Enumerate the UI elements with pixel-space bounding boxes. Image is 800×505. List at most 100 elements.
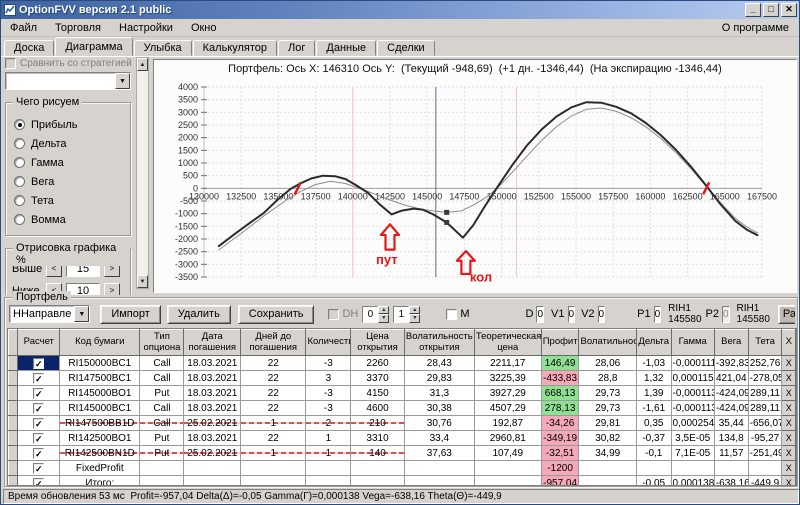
positions-table[interactable]: Расчет Код бумаги Тип опциона Дата погашени… [8, 329, 796, 485]
cell-open_vol[interactable]: 30,76 [403, 415, 475, 431]
cell-vol[interactable]: 28,8 [578, 370, 637, 386]
row-calc-checkbox-cell[interactable] [17, 400, 61, 416]
below-increment-button[interactable]: > [104, 283, 120, 295]
cell-gamma[interactable]: 0,000115 [670, 370, 715, 386]
row-calc-checkbox-cell[interactable] [17, 370, 61, 386]
cell-gamma[interactable]: -0,000113 [670, 385, 715, 401]
maximize-button[interactable]: □ [763, 3, 779, 17]
cell-vega[interactable]: 11,57 [713, 445, 749, 461]
column-header-14[interactable]: Тета [747, 329, 783, 356]
cell-open_price[interactable]: 2260 [350, 355, 405, 371]
cell-theta[interactable]: -449,9 [747, 475, 783, 485]
column-header-2[interactable]: Тип опциона [139, 329, 185, 356]
cell-open_vol[interactable]: 37,63 [403, 445, 475, 461]
cell-vega[interactable]: -424,09 [713, 385, 749, 401]
cell-vol[interactable]: 30,82 [578, 430, 637, 446]
column-header-6[interactable]: Цена открытия [350, 329, 405, 356]
menu-file[interactable]: Файл [1, 20, 46, 36]
cell-type[interactable] [139, 460, 185, 476]
cell-gamma[interactable]: 0,000254 [670, 415, 715, 431]
table-row[interactable]: RI145000BO1Put18.03.202122-3415031,33927… [8, 385, 796, 401]
table-row[interactable]: RI147500BB1DCall25.02.20211221030,76192,… [8, 415, 796, 431]
cell-open_vol[interactable] [403, 475, 475, 485]
left-panel-scrollbar[interactable]: ▲ ▼ [136, 57, 149, 289]
row-calc-checkbox-cell[interactable] [17, 430, 61, 446]
cell-date[interactable] [183, 475, 242, 485]
calc-checkbox[interactable] [33, 372, 45, 384]
row-delete-button[interactable]: X [781, 370, 796, 386]
scroll-down-icon[interactable]: ▼ [137, 275, 148, 288]
cell-days[interactable]: 1 [240, 445, 307, 461]
strategy-select[interactable]: ▼ [5, 72, 131, 90]
scroll-up-icon[interactable]: ▲ [137, 58, 148, 71]
tab-calculator[interactable]: Калькулятор [192, 40, 278, 56]
radio-delta[interactable] [14, 138, 25, 149]
cell-delta[interactable]: -1,03 [635, 355, 672, 371]
cell-theor[interactable]: 192,87 [473, 415, 542, 431]
cell-vol[interactable]: 29,73 [578, 400, 637, 416]
cell-open_price[interactable]: 3370 [350, 370, 405, 386]
cell-open_price[interactable]: 3310 [350, 430, 405, 446]
d-input[interactable]: 0 [536, 305, 545, 323]
tab-diagram[interactable]: Диаграмма [55, 37, 133, 56]
cell-type[interactable] [139, 475, 185, 485]
cell-theta[interactable]: -278,05 [747, 370, 783, 386]
tab-smile[interactable]: Улыбка [133, 40, 192, 56]
row-delete-button[interactable]: X [781, 430, 796, 446]
dh-spinner-2[interactable]: 1 ▲ ▼ [393, 305, 421, 323]
cell-vega[interactable]: -638,16 [713, 475, 749, 485]
table-row[interactable]: RI142500BN1DPut25.02.20211114037,63107,4… [8, 445, 796, 461]
cell-theta[interactable]: 252,76 [747, 355, 783, 371]
cell-code[interactable]: RI150000BC1 [59, 355, 141, 371]
cell-theor[interactable]: 3225,39 [473, 370, 542, 386]
cell-delta[interactable] [635, 460, 672, 476]
cell-delta[interactable]: -0,37 [635, 430, 672, 446]
cell-date[interactable]: 25.02.2021 [183, 415, 242, 431]
cell-date[interactable]: 18.03.2021 [183, 370, 242, 386]
column-header-13[interactable]: Вега [713, 329, 749, 356]
cell-open_vol[interactable]: 28,43 [403, 355, 475, 371]
cell-vega[interactable]: -392,83 [713, 355, 749, 371]
below-value[interactable]: 10 [66, 283, 100, 295]
cell-profit[interactable]: -32,51 [540, 445, 580, 461]
cell-vol[interactable]: 29,81 [578, 415, 637, 431]
close-button[interactable]: ✕ [781, 3, 797, 17]
cell-vega[interactable]: 35,44 [713, 415, 749, 431]
calculate-button[interactable]: Рассчитать [777, 304, 795, 324]
cell-open_vol[interactable]: 33,4 [403, 430, 475, 446]
cell-code[interactable]: RI147500BC1 [59, 370, 141, 386]
cell-delta[interactable]: -0,05 [635, 475, 672, 485]
cell-profit[interactable]: 668,13 [540, 385, 580, 401]
column-header-4[interactable]: Дней до погашения [240, 329, 307, 356]
chevron-down-icon[interactable]: ▼ [115, 73, 130, 89]
cell-days[interactable]: 22 [240, 430, 307, 446]
table-row[interactable]: RI150000BC1Call18.03.202122-3226028,4322… [8, 355, 796, 371]
cell-date[interactable] [183, 460, 242, 476]
row-delete-button[interactable]: X [781, 385, 796, 401]
cell-date[interactable]: 18.03.2021 [183, 430, 242, 446]
cell-qty[interactable] [305, 475, 352, 485]
column-header-8[interactable]: Теоретическая цена [473, 329, 542, 356]
cell-vol[interactable] [578, 475, 637, 485]
cell-theta[interactable]: 289,11 [747, 385, 783, 401]
column-header-5[interactable]: Количество [305, 329, 352, 356]
cell-profit[interactable]: -1200 [540, 460, 580, 476]
row-calc-checkbox-cell[interactable] [17, 385, 61, 401]
column-header-12[interactable]: Гамма [670, 329, 715, 356]
cell-gamma[interactable]: -0,000113 [670, 400, 715, 416]
table-row[interactable]: RI142500BO1Put18.03.2021221331033,42960,… [8, 430, 796, 446]
cell-qty[interactable]: 1 [305, 445, 352, 461]
cell-open_vol[interactable]: 31,3 [403, 385, 475, 401]
cell-days[interactable]: 1 [240, 415, 307, 431]
column-header-9[interactable]: Профит [540, 329, 580, 356]
cell-vol[interactable]: 34,99 [578, 445, 637, 461]
row-delete-button[interactable]: X [781, 355, 796, 371]
cell-theta[interactable]: -656,07 [747, 415, 783, 431]
cell-gamma[interactable]: -0,000111 [670, 355, 715, 371]
table-row[interactable]: Итого: -957,04 -0,050,000138-638,16-449,9X [8, 475, 796, 485]
cell-date[interactable]: 18.03.2021 [183, 355, 242, 371]
tab-log[interactable]: Лог [278, 40, 316, 56]
cell-theor[interactable] [473, 475, 542, 485]
calc-checkbox[interactable] [33, 462, 45, 474]
tab-deals[interactable]: Сделки [377, 40, 435, 56]
